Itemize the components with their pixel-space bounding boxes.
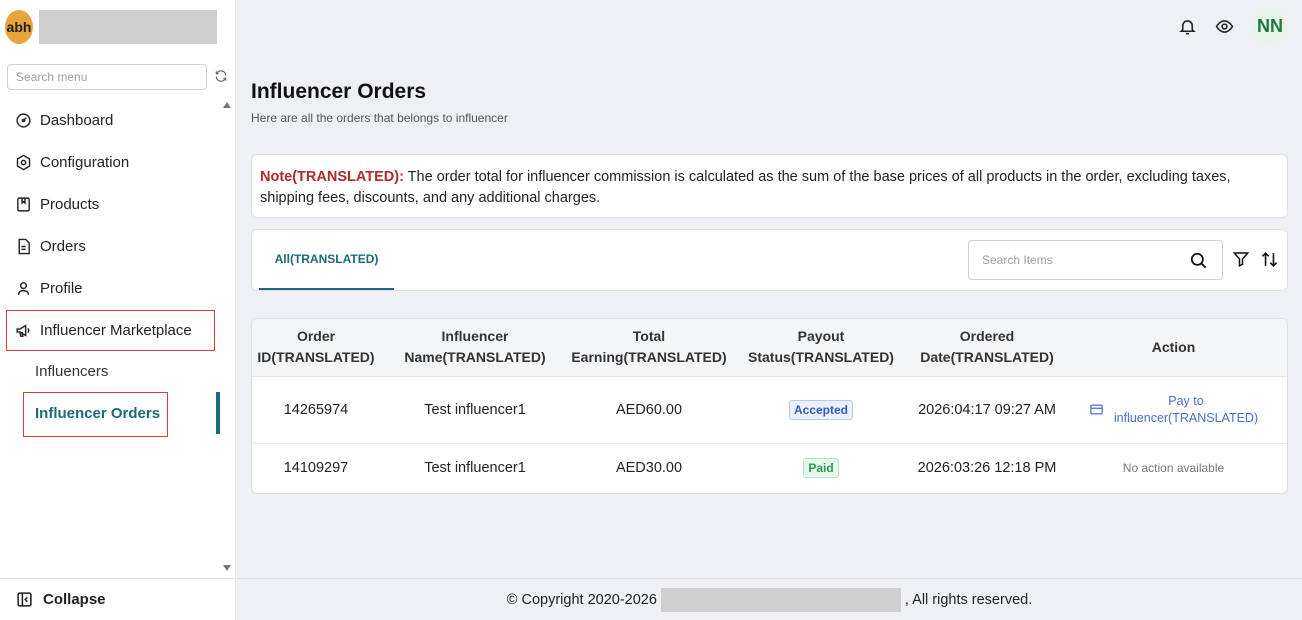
footer-rights: , All rights reserved. xyxy=(904,591,1033,608)
collapse-icon xyxy=(17,592,32,607)
filter-icon[interactable] xyxy=(1232,250,1250,268)
status-badge: Accepted xyxy=(788,399,854,420)
cell-action: Pay to influencer(TRANSLATED) xyxy=(1060,376,1287,443)
user-icon xyxy=(17,281,30,295)
cell-earning: AED60.00 xyxy=(615,401,683,418)
status-badge: Paid xyxy=(803,458,839,479)
col-header-total-earning: Total Earning(TRANSLATED) xyxy=(571,328,727,366)
search-items-box xyxy=(968,240,1223,280)
col-header-action: Action xyxy=(1151,338,1196,355)
sidebar-item-label: Configuration xyxy=(40,153,130,171)
gear-icon xyxy=(16,154,31,170)
highlight-box-influencer-orders xyxy=(23,392,168,437)
bell-icon[interactable] xyxy=(1178,17,1197,36)
sidebar-item-label: Orders xyxy=(40,237,86,255)
cell-earning: AED30.00 xyxy=(615,460,683,477)
col-header-ordered-date: Ordered Date(TRANSLATED) xyxy=(920,328,1054,366)
col-header-payout-status: Payout Status(TRANSLATED) xyxy=(748,328,894,366)
sidebar-item-profile[interactable]: Profile xyxy=(15,276,83,300)
page-subtitle: Here are all the orders that belongs to … xyxy=(251,111,508,125)
tabs-toolbar: All(TRANSLATED) xyxy=(251,229,1288,291)
collapse-button[interactable]: Collapse xyxy=(0,578,236,620)
sidebar-item-label: Products xyxy=(40,195,100,213)
cell-status: Paid xyxy=(728,443,914,493)
search-items-input[interactable] xyxy=(969,241,1169,279)
footer: © Copyright 2020-2026 , All rights reser… xyxy=(237,578,1302,620)
table-row: 14265974 Test influencer1 AED60.00 Accep… xyxy=(252,376,1287,443)
highlight-box-marketplace xyxy=(6,310,215,351)
cell-influencer: Test influencer1 xyxy=(424,401,526,418)
pay-to-influencer-link[interactable]: Pay to influencer(TRANSLATED) xyxy=(1089,393,1258,427)
active-indicator xyxy=(216,392,220,434)
user-avatar[interactable]: NN xyxy=(1252,8,1288,44)
sidebar-item-label: Dashboard xyxy=(40,111,114,129)
eye-icon[interactable] xyxy=(1215,17,1234,36)
footer-copyright: © Copyright 2020-2026 xyxy=(506,591,657,608)
card-icon xyxy=(1090,404,1103,415)
cell-date: 2026:04:17 09:27 AM xyxy=(918,401,1056,418)
sidebar-item-configuration[interactable]: Configuration xyxy=(15,150,129,174)
topbar-actions: NN xyxy=(1178,8,1288,44)
bookmark-icon xyxy=(17,196,30,212)
note-text: The order total for influencer commissio… xyxy=(260,169,1231,206)
scroll-up-arrow-icon[interactable] xyxy=(223,102,231,108)
sidebar-subitem-influencers[interactable]: Influencers xyxy=(35,363,108,380)
note-box: Note(TRANSLATED): The order total for in… xyxy=(251,154,1288,218)
scroll-down-arrow-icon[interactable] xyxy=(223,565,231,571)
orders-table: Order ID(TRANSLATED) Influencer Name(TRANS… xyxy=(251,318,1288,494)
cell-influencer: Test influencer1 xyxy=(424,460,526,477)
brand: abh xyxy=(5,10,217,44)
collapse-label: Collapse xyxy=(43,591,106,608)
brand-logo[interactable]: abh xyxy=(5,10,33,44)
refresh-icon[interactable] xyxy=(214,69,228,83)
search-icon[interactable] xyxy=(1189,251,1208,270)
sidebar: abh Dashboard Configuration Products Ord… xyxy=(0,0,236,620)
sidebar-item-orders[interactable]: Orders xyxy=(15,234,86,258)
tab-all[interactable]: All(TRANSLATED) xyxy=(259,230,394,290)
sidebar-item-products[interactable]: Products xyxy=(15,192,99,216)
table-row: 14109297 Test influencer1 AED30.00 Paid … xyxy=(252,443,1287,493)
col-header-influencer-name: Influencer Name(TRANSLATED) xyxy=(404,328,546,366)
document-icon xyxy=(18,238,30,254)
cell-action: No action available xyxy=(1060,443,1287,493)
dashboard-icon xyxy=(16,112,31,128)
page-title: Influencer Orders xyxy=(251,80,427,103)
col-header-order-id: Order ID(TRANSLATED) xyxy=(257,328,375,366)
note-label: Note(TRANSLATED): xyxy=(260,169,404,185)
cell-date: 2026:03:26 12:18 PM xyxy=(917,460,1057,477)
cell-order-id: 14265974 xyxy=(283,401,349,418)
sort-icon[interactable] xyxy=(1260,250,1279,269)
sidebar-scrollbar[interactable] xyxy=(221,110,233,562)
search-menu-input[interactable] xyxy=(7,64,207,90)
no-action-text: No action available xyxy=(1122,461,1225,476)
sidebar-item-label: Profile xyxy=(40,279,83,297)
brand-name-redacted xyxy=(39,10,217,44)
cell-status: Accepted xyxy=(728,376,914,443)
sidebar-item-dashboard[interactable]: Dashboard xyxy=(15,108,113,132)
footer-company-redacted xyxy=(660,587,901,612)
cell-order-id: 14109297 xyxy=(283,460,349,477)
table-header-row: Order ID(TRANSLATED) Influencer Name(TRANS… xyxy=(252,319,1287,376)
